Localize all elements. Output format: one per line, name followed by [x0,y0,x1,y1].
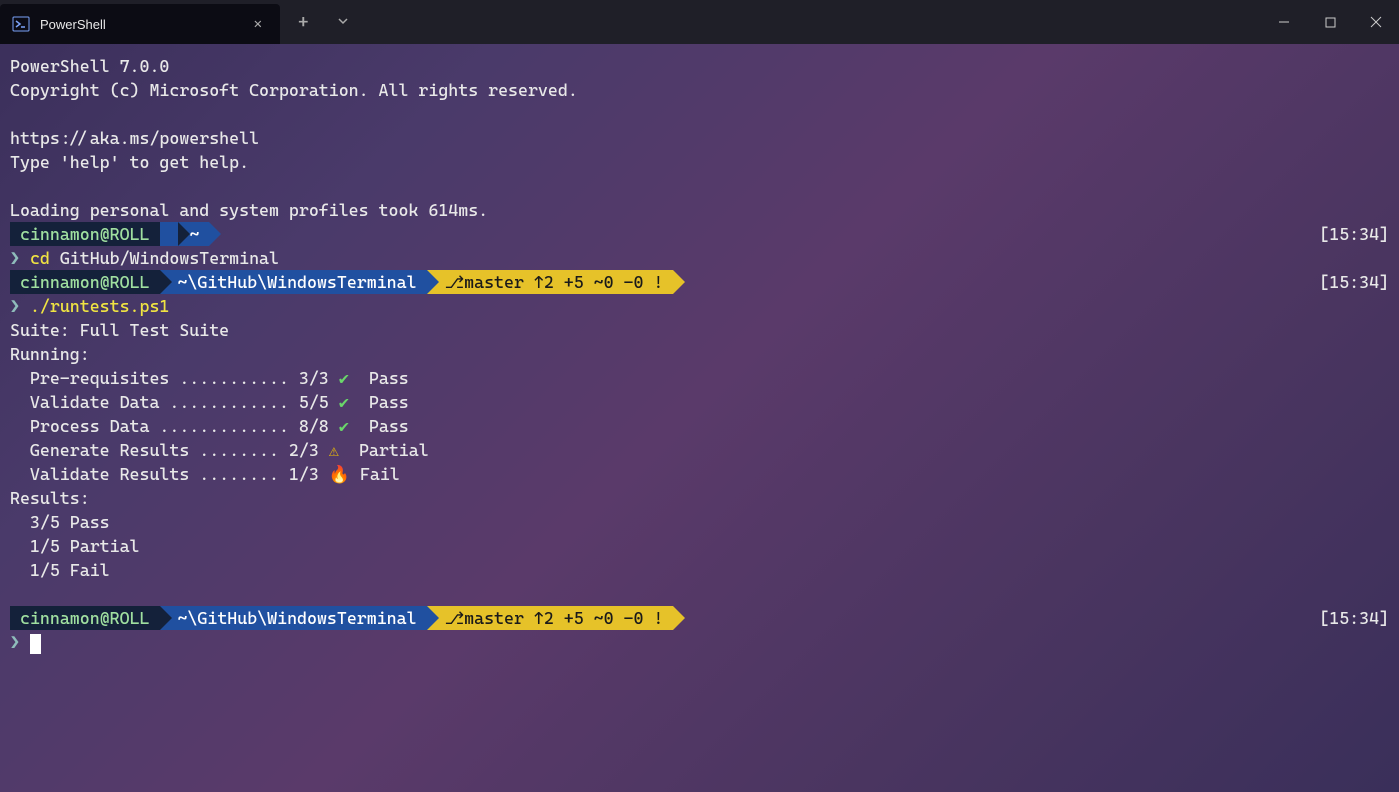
test-status: Partial [359,440,429,460]
prompt-path-segment: ~\GitHub\WindowsTerminal [160,606,427,630]
test-status: Pass [369,416,409,436]
test-status: Fail [360,464,400,484]
prompt-caret-icon: ❯ [10,248,20,268]
banner-line: https://aka.ms/powershell [10,126,1399,150]
tab-title: PowerShell [40,17,238,32]
warning-icon: ⚠ [329,440,339,460]
prompt-path-text: ~\GitHub\WindowsTerminal [178,606,417,630]
prompt-user-segment: cinnamon@ROLL [10,606,160,630]
prompt-line: cinnamon@ROLL ~ [15:34] [10,222,1399,246]
prompt-path-text: ~ [190,222,200,246]
minimize-button[interactable] [1261,0,1307,44]
cmd-arg: GitHub/WindowsTerminal [60,248,279,268]
test-row: Pre-requisites ........... 3/3 ✔ Pass [10,366,1399,390]
command-line: ❯ ./runtests.ps1 [10,294,1399,318]
window-controls [1261,0,1399,44]
cursor-icon [30,634,41,654]
banner-blank [10,174,1399,198]
output-line: 1/5 Partial [10,534,1399,558]
prompt-caret-icon: ❯ [10,296,20,316]
output-line: Results: [10,486,1399,510]
banner-line: Type 'help' to get help. [10,150,1399,174]
prompt-time: [15:34] [1319,606,1389,630]
powershell-icon [12,15,30,33]
check-icon: ✔ [339,392,349,412]
tab-close-button[interactable]: ✕ [248,12,268,36]
tab-dropdown-button[interactable] [327,15,359,30]
prompt-line: cinnamon@ROLL ~\GitHub\WindowsTerminal ⎇… [10,270,1399,294]
banner-line: PowerShell 7.0.0 [10,54,1399,78]
test-status: Pass [369,368,409,388]
arrow-icon [673,270,685,294]
test-row: Process Data ............. 8/8 ✔ Pass [10,414,1399,438]
test-status: Pass [369,392,409,412]
test-label: Generate Results ........ 2/3 [10,440,319,460]
fire-icon: 🔥 [329,464,350,484]
cmd-name: cd [30,248,50,268]
prompt-caret-icon: ❯ [10,632,20,652]
test-row: Validate Results ........ 1/3 🔥 Fail [10,462,1399,486]
prompt-line: cinnamon@ROLL ~\GitHub\WindowsTerminal ⎇… [10,606,1399,630]
titlebar: PowerShell ✕ + [0,0,1399,44]
output-line: Suite: Full Test Suite [10,318,1399,342]
prompt-git-text: master ↑2 +5 ~0 -0 ! [464,270,663,294]
banner-line: Loading personal and system profiles too… [10,198,1399,222]
tabs-region: PowerShell ✕ + [0,0,359,44]
arrow-icon [427,270,439,294]
test-label: Pre-requisites ........... 3/3 [10,368,329,388]
maximize-button[interactable] [1307,0,1353,44]
cmd-text: ./runtests.ps1 [30,296,169,316]
arrow-icon [178,222,190,246]
arrow-icon [160,270,172,294]
check-icon: ✔ [339,368,349,388]
test-label: Validate Data ............ 5/5 [10,392,329,412]
command-line: ❯ cd GitHub/WindowsTerminal [10,246,1399,270]
git-branch-icon: ⎇ [445,606,465,630]
prompt-user-segment: cinnamon@ROLL [10,222,160,246]
prompt-time: [15:34] [1319,222,1389,246]
arrow-icon [160,606,172,630]
prompt-user-segment: cinnamon@ROLL [10,270,160,294]
test-row: Generate Results ........ 2/3 ⚠ Partial [10,438,1399,462]
prompt-time: [15:34] [1319,270,1389,294]
terminal-pane[interactable]: PowerShell 7.0.0 Copyright (c) Microsoft… [0,44,1399,792]
arrow-icon [209,222,221,246]
prompt-git-segment: ⎇ master ↑2 +5 ~0 -0 ! [427,270,674,294]
output-line: Running: [10,342,1399,366]
banner-line: Copyright (c) Microsoft Corporation. All… [10,78,1399,102]
git-branch-icon: ⎇ [445,270,465,294]
prompt-path-segment: ~ [160,222,210,246]
output-blank [10,582,1399,606]
new-tab-button[interactable]: + [280,12,327,33]
arrow-icon [673,606,685,630]
prompt-path-segment: ~\GitHub\WindowsTerminal [160,270,427,294]
tab-powershell[interactable]: PowerShell ✕ [0,4,280,44]
output-line: 3/5 Pass [10,510,1399,534]
prompt-path-text: ~\GitHub\WindowsTerminal [178,270,417,294]
test-label: Process Data ............. 8/8 [10,416,329,436]
test-row: Validate Data ............ 5/5 ✔ Pass [10,390,1399,414]
close-window-button[interactable] [1353,0,1399,44]
prompt-git-text: master ↑2 +5 ~0 -0 ! [464,606,663,630]
prompt-git-segment: ⎇ master ↑2 +5 ~0 -0 ! [427,606,674,630]
command-input-line[interactable]: ❯ [10,630,1399,654]
banner-blank [10,102,1399,126]
test-label: Validate Results ........ 1/3 [10,464,319,484]
output-line: 1/5 Fail [10,558,1399,582]
arrow-icon [427,606,439,630]
check-icon: ✔ [339,416,349,436]
